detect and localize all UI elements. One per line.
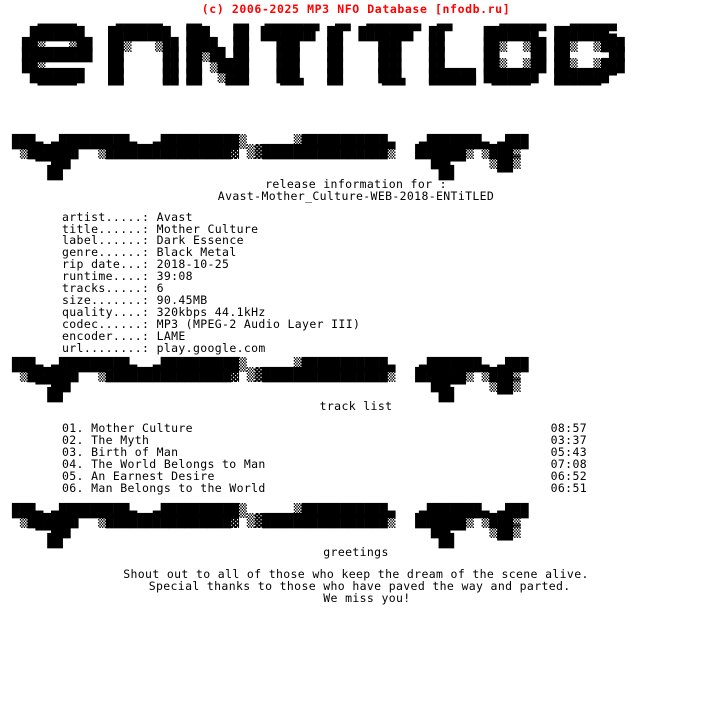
greetings-heading: greetings bbox=[323, 545, 389, 560]
divider-bottom: ███▄ ▄█████████▄ ▄██████████▒ ▒█████████… bbox=[12, 503, 529, 550]
field-value-codec: MP3 (MPEG-2 Audio Layer III) bbox=[156, 316, 361, 331]
release-fields-table: artist.....: Avast title......: Mother C… bbox=[0, 211, 712, 355]
copyright-header: (c) 2006-2025 MP3 NFO Database [nfodb.ru… bbox=[201, 2, 511, 16]
divider-middle: ███▄ ▄█████████▄ ▄██████████▒ ▒█████████… bbox=[12, 357, 529, 404]
nfo-page: (c) 2006-2025 MP3 NFO Database [nfodb.ru… bbox=[0, 0, 712, 720]
artist-signature-hx: hX! bbox=[430, 74, 450, 87]
divider-top: ███▄ ▄█████████▄ ▄██████████▒ ▒█████████… bbox=[12, 135, 529, 181]
release-info-header: release information for : Avast-Mother_C… bbox=[0, 178, 712, 203]
track-title-6: Man Belongs to the World bbox=[91, 480, 266, 495]
tracklist-table: 01. Mother Culture 08:57 02. The Myth 03… bbox=[0, 422, 587, 495]
greetings-body: Shout out to all of those who keep the d… bbox=[0, 568, 712, 606]
greetings-line-3: We miss you! bbox=[301, 591, 411, 606]
field-value-url[interactable]: play.google.com bbox=[157, 341, 266, 355]
release-name: Avast-Mother_Culture-WEB-2018-ENTiTLED bbox=[217, 188, 495, 203]
table-row: 06. Man Belongs to the World 06:51 bbox=[62, 480, 587, 495]
field-label-url: url........: bbox=[62, 340, 150, 355]
track-label-6: 06. Man Belongs to the World bbox=[62, 480, 266, 495]
field-row-url: url........: play.google.com bbox=[62, 340, 712, 355]
track-number-6: 06. bbox=[62, 480, 84, 495]
group-logo-ascii-art: ▄▄▄▄▄ ▄▄▄▄▄▄ ▄▄ ▄▄ ▄▄▄▄▄▄▄ ▄▄ ▄▄▄▄▄▄▄ ▄▄… bbox=[22, 17, 625, 95]
track-duration-6: 06:51 bbox=[550, 480, 587, 495]
ascii-logo-container: ▄▄▄▄▄ ▄▄▄▄▄▄ ▄▄ ▄▄ ▄▄▄▄▄▄▄ ▄▄ ▄▄▄▄▄▄▄ ▄▄… bbox=[0, 17, 712, 138]
tracklist-heading: track list bbox=[319, 399, 393, 414]
